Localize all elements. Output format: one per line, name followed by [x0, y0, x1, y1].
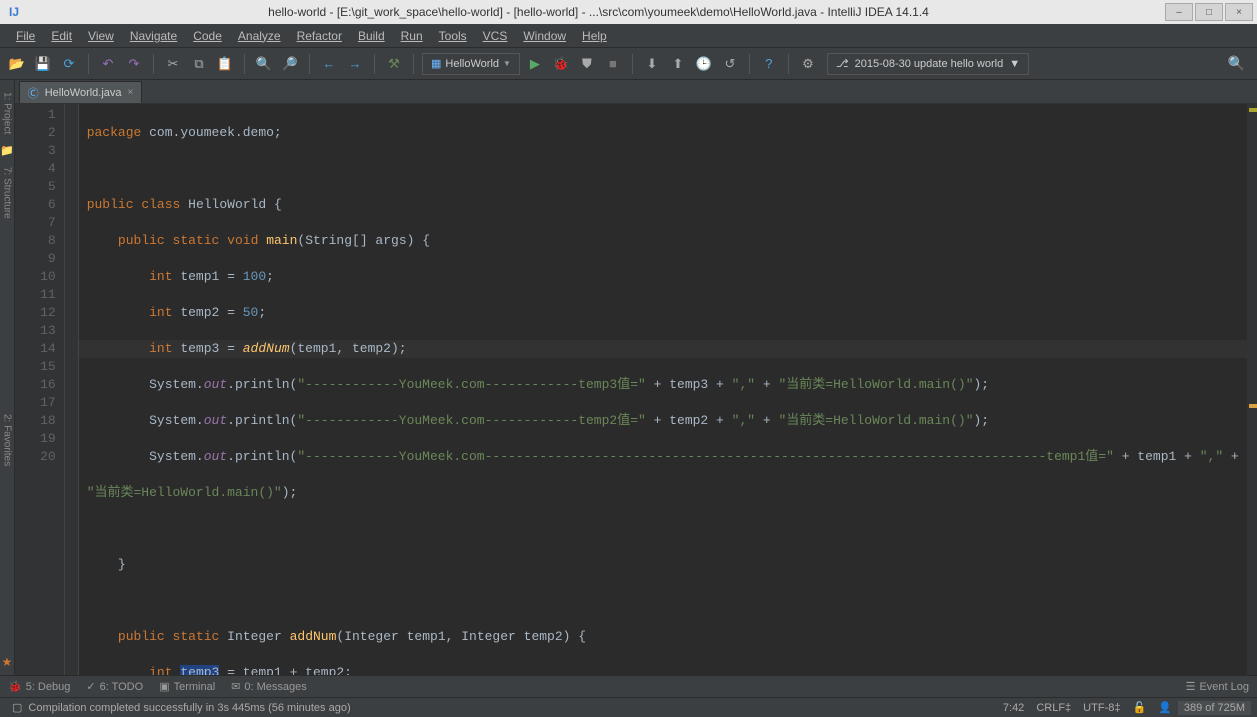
- terminal-icon: ▣: [159, 680, 169, 693]
- vcs-commit-icon[interactable]: ⬆: [667, 53, 689, 75]
- menu-navigate[interactable]: Navigate: [122, 27, 185, 45]
- readonly-lock-icon[interactable]: 🔓: [1126, 701, 1152, 714]
- open-icon[interactable]: 📂: [6, 53, 28, 75]
- caret-position[interactable]: 7:42: [997, 702, 1030, 714]
- line-number-gutter: 123 456 789 101112 131415 161718 1920: [15, 104, 65, 675]
- menu-file[interactable]: File: [8, 27, 43, 45]
- vcs-revert-icon[interactable]: ↺: [719, 53, 741, 75]
- warning-mark[interactable]: [1249, 108, 1257, 112]
- editor-tab[interactable]: Ⓒ HelloWorld.java ×: [19, 81, 143, 103]
- minimize-button[interactable]: –: [1165, 3, 1193, 21]
- todo-icon: ✓: [86, 680, 95, 693]
- close-button[interactable]: ×: [1225, 3, 1253, 21]
- status-tools-icon[interactable]: ▢: [6, 701, 28, 714]
- git-branch-icon: ⎇: [836, 57, 849, 70]
- build-icon[interactable]: ⚒: [383, 53, 405, 75]
- highlight-mark[interactable]: [1249, 404, 1257, 408]
- memory-indicator[interactable]: 389 of 725M: [1178, 701, 1251, 715]
- editor-area: Ⓒ HelloWorld.java × 123 456 789 101112 1…: [15, 80, 1257, 675]
- toolbar: 📂 💾 ⟳ ↶ ↷ ✂ ⧉ 📋 🔍 🔎 ← → ⚒ ▦ HelloWorld ▼…: [0, 48, 1257, 80]
- menu-run[interactable]: Run: [393, 27, 431, 45]
- event-log-tab[interactable]: ☰Event Log: [1186, 680, 1249, 693]
- dropdown-icon: ▼: [503, 59, 511, 68]
- menu-vcs[interactable]: VCS: [475, 27, 516, 45]
- star-icon: ★: [1, 655, 12, 669]
- dropdown-icon: ▼: [1009, 58, 1020, 70]
- menu-code[interactable]: Code: [185, 27, 230, 45]
- java-file-icon: Ⓒ: [28, 85, 39, 101]
- menu-tools[interactable]: Tools: [431, 27, 475, 45]
- messages-icon: ✉: [231, 680, 240, 693]
- settings-icon[interactable]: ⚙: [797, 53, 819, 75]
- run-config-selector[interactable]: ▦ HelloWorld ▼: [422, 53, 520, 75]
- menu-window[interactable]: Window: [515, 27, 574, 45]
- menu-view[interactable]: View: [80, 27, 122, 45]
- debug-tool-tab[interactable]: 🐞5: Debug: [8, 680, 70, 693]
- editor-tabbar: Ⓒ HelloWorld.java ×: [15, 80, 1257, 104]
- status-message: Compilation completed successfully in 3s…: [28, 702, 996, 714]
- replace-icon[interactable]: 🔎: [279, 53, 301, 75]
- error-stripe[interactable]: [1247, 104, 1257, 675]
- file-encoding[interactable]: UTF-8‡: [1077, 702, 1126, 714]
- tab-label: HelloWorld.java: [45, 87, 122, 99]
- menu-refactor[interactable]: Refactor: [289, 27, 350, 45]
- menubar: File Edit View Navigate Code Analyze Ref…: [0, 24, 1257, 48]
- event-log-icon: ☰: [1186, 680, 1196, 693]
- stop-icon[interactable]: ■: [602, 53, 624, 75]
- titlebar: IJ hello-world - [E:\git_work_space\hell…: [0, 0, 1257, 24]
- menu-build[interactable]: Build: [350, 27, 393, 45]
- save-icon[interactable]: 💾: [32, 53, 54, 75]
- hector-icon[interactable]: 👤: [1152, 701, 1178, 714]
- help-icon[interactable]: ?: [758, 53, 780, 75]
- messages-tool-tab[interactable]: ✉0: Messages: [231, 680, 307, 693]
- terminal-tool-tab[interactable]: ▣Terminal: [159, 680, 215, 693]
- cut-icon[interactable]: ✂: [162, 53, 184, 75]
- find-icon[interactable]: 🔍: [253, 53, 275, 75]
- tool-structure[interactable]: 7: Structure: [1, 161, 12, 225]
- run-config-icon: ▦: [431, 57, 441, 70]
- sync-icon[interactable]: ⟳: [58, 53, 80, 75]
- redo-icon[interactable]: ↷: [123, 53, 145, 75]
- line-separator[interactable]: CRLF‡: [1030, 702, 1077, 714]
- vcs-update-icon[interactable]: ⬇: [641, 53, 663, 75]
- window-title: hello-world - [E:\git_work_space\hello-w…: [32, 5, 1165, 19]
- run-config-label: HelloWorld: [445, 58, 499, 70]
- paste-icon[interactable]: 📋: [214, 53, 236, 75]
- search-everywhere-icon[interactable]: 🔍: [1228, 55, 1245, 72]
- git-branch-selector[interactable]: ⎇ 2015-08-30 update hello world ▼: [827, 53, 1029, 75]
- bottom-tool-stripe: 🐞5: Debug ✓6: TODO ▣Terminal ✉0: Message…: [0, 675, 1257, 697]
- maximize-button[interactable]: □: [1195, 3, 1223, 21]
- tool-favorites[interactable]: 2: Favorites: [1, 408, 12, 472]
- forward-icon[interactable]: →: [344, 53, 366, 75]
- git-branch-label: 2015-08-30 update hello world: [855, 58, 1004, 70]
- debug-icon[interactable]: 🐞: [550, 53, 572, 75]
- bug-icon: 🐞: [8, 680, 22, 693]
- undo-icon[interactable]: ↶: [97, 53, 119, 75]
- tool-project[interactable]: 1: Project: [1, 86, 12, 140]
- coverage-icon[interactable]: ⛊: [576, 53, 598, 75]
- app-logo-icon: IJ: [4, 2, 24, 22]
- code-editor[interactable]: 123 456 789 101112 131415 161718 1920 pa…: [15, 104, 1257, 675]
- project-icon: 📁: [0, 144, 14, 157]
- statusbar: ▢ Compilation completed successfully in …: [0, 697, 1257, 717]
- copy-icon[interactable]: ⧉: [188, 53, 210, 75]
- close-tab-icon[interactable]: ×: [128, 87, 134, 98]
- menu-help[interactable]: Help: [574, 27, 615, 45]
- todo-tool-tab[interactable]: ✓6: TODO: [86, 680, 143, 693]
- vcs-history-icon[interactable]: 🕒: [693, 53, 715, 75]
- menu-analyze[interactable]: Analyze: [230, 27, 289, 45]
- left-tool-stripe: 1: Project 📁 7: Structure 2: Favorites ★: [0, 80, 15, 675]
- run-icon[interactable]: ▶: [524, 53, 546, 75]
- back-icon[interactable]: ←: [318, 53, 340, 75]
- code-body[interactable]: package com.youmeek.demo; public class H…: [79, 104, 1247, 675]
- fold-gutter[interactable]: [65, 104, 79, 675]
- menu-edit[interactable]: Edit: [43, 27, 80, 45]
